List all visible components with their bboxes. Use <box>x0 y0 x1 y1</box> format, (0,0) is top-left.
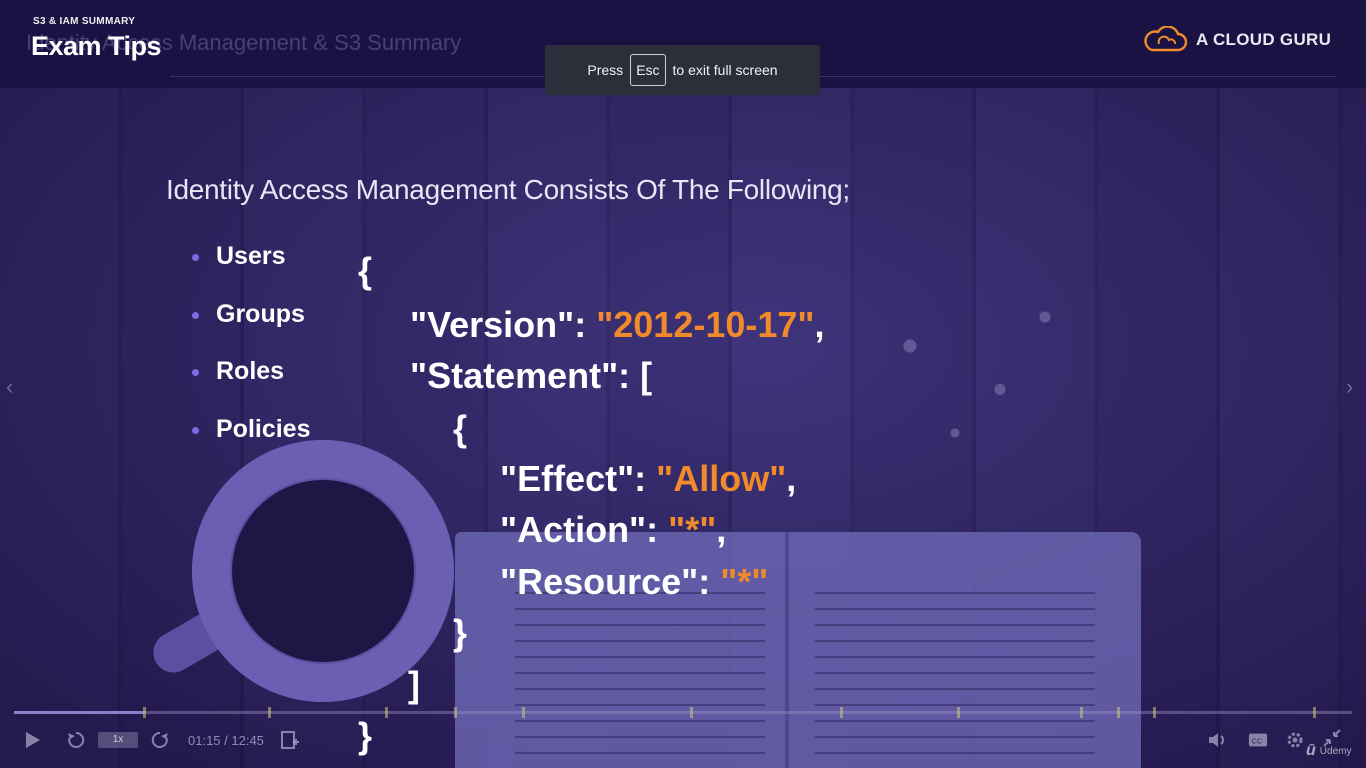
captions-button[interactable]: CC <box>1248 728 1268 752</box>
brand-name: A CLOUD GURU <box>1196 30 1332 49</box>
progress-fill <box>14 711 146 714</box>
gear-icon <box>1287 732 1303 748</box>
forward-button[interactable] <box>150 728 170 752</box>
slide-heading: Identity Access Management Consists Of T… <box>166 174 850 205</box>
section-eyebrow: S3 & IAM SUMMARY <box>33 16 136 27</box>
coffee-decoration <box>232 480 414 662</box>
captions-icon: CC <box>1248 733 1268 747</box>
rewind-icon <box>68 731 85 748</box>
progress-bar[interactable] <box>14 711 1352 714</box>
list-item: Groups <box>190 300 311 358</box>
code-resource-line: "Resource": "*" <box>500 561 769 602</box>
code-open-brace: { <box>358 250 373 291</box>
add-note-button[interactable] <box>280 728 300 752</box>
effect-value: "Allow" <box>656 458 787 499</box>
toast-rest-text: to exit full screen <box>672 62 778 78</box>
list-item: Users <box>190 242 311 300</box>
toast-press-text: Press <box>587 62 624 78</box>
version-value: "2012-10-17" <box>596 304 815 345</box>
action-value: "*" <box>668 509 717 550</box>
svg-text:CC: CC <box>1252 737 1263 746</box>
iam-components-list: Users Groups Roles Policies <box>190 242 311 472</box>
slide-title: Exam Tips <box>31 31 162 61</box>
chapter-marker[interactable] <box>1153 707 1156 718</box>
brand-logo: A CLOUD GURU <box>1142 26 1331 54</box>
cloud-icon <box>1144 26 1188 52</box>
list-item: Roles <box>190 357 311 415</box>
chapter-marker[interactable] <box>690 707 693 718</box>
code-statement-line: "Statement": [ <box>410 355 653 396</box>
volume-button[interactable] <box>1207 728 1227 752</box>
resource-value: "*" <box>720 561 769 602</box>
chapter-marker[interactable] <box>268 707 271 718</box>
udemy-icon: ū <box>1306 742 1316 759</box>
code-version-line: "Version": "2012-10-17", <box>410 304 825 345</box>
play-icon <box>26 732 40 748</box>
forward-icon <box>151 731 168 748</box>
previous-lecture-arrow[interactable]: ‹ <box>6 374 20 399</box>
chapter-marker[interactable] <box>1080 707 1083 718</box>
code-inner-close: } <box>453 612 468 653</box>
list-item: Policies <box>190 415 311 473</box>
volume-icon <box>1209 733 1224 747</box>
bullet-icon <box>192 254 199 261</box>
code-inner-open: { <box>453 408 468 449</box>
flowers-decoration <box>820 230 1120 520</box>
add-note-icon <box>281 731 299 749</box>
code-action-line: "Action": "*", <box>500 509 727 550</box>
chapter-marker[interactable] <box>143 707 146 718</box>
chapter-marker[interactable] <box>840 707 843 718</box>
chapter-marker[interactable] <box>957 707 960 718</box>
code-close-brace: } <box>358 715 373 756</box>
next-lecture-arrow[interactable]: › <box>1346 374 1360 399</box>
esc-key-badge: Esc <box>630 54 666 86</box>
bullet-icon <box>192 311 199 319</box>
chapter-marker[interactable] <box>522 707 525 718</box>
code-effect-line: "Effect": "Allow", <box>500 458 797 499</box>
udemy-watermark: ū Udemy <box>1306 742 1352 759</box>
settings-button[interactable] <box>1285 728 1305 752</box>
playback-speed-button[interactable]: 1x <box>98 732 138 748</box>
bullet-icon <box>192 369 199 376</box>
fullscreen-toast: Press Esc to exit full screen <box>545 45 820 95</box>
chapter-marker[interactable] <box>1117 707 1120 718</box>
chapter-marker[interactable] <box>454 707 457 718</box>
time-display: 01:15 / 12:45 <box>188 733 264 748</box>
rewind-button[interactable] <box>66 728 86 752</box>
chapter-marker[interactable] <box>385 707 388 718</box>
bullet-icon <box>192 426 199 434</box>
code-array-close: ] <box>408 664 420 705</box>
chapter-marker[interactable] <box>1313 707 1316 718</box>
play-button[interactable] <box>22 728 42 752</box>
